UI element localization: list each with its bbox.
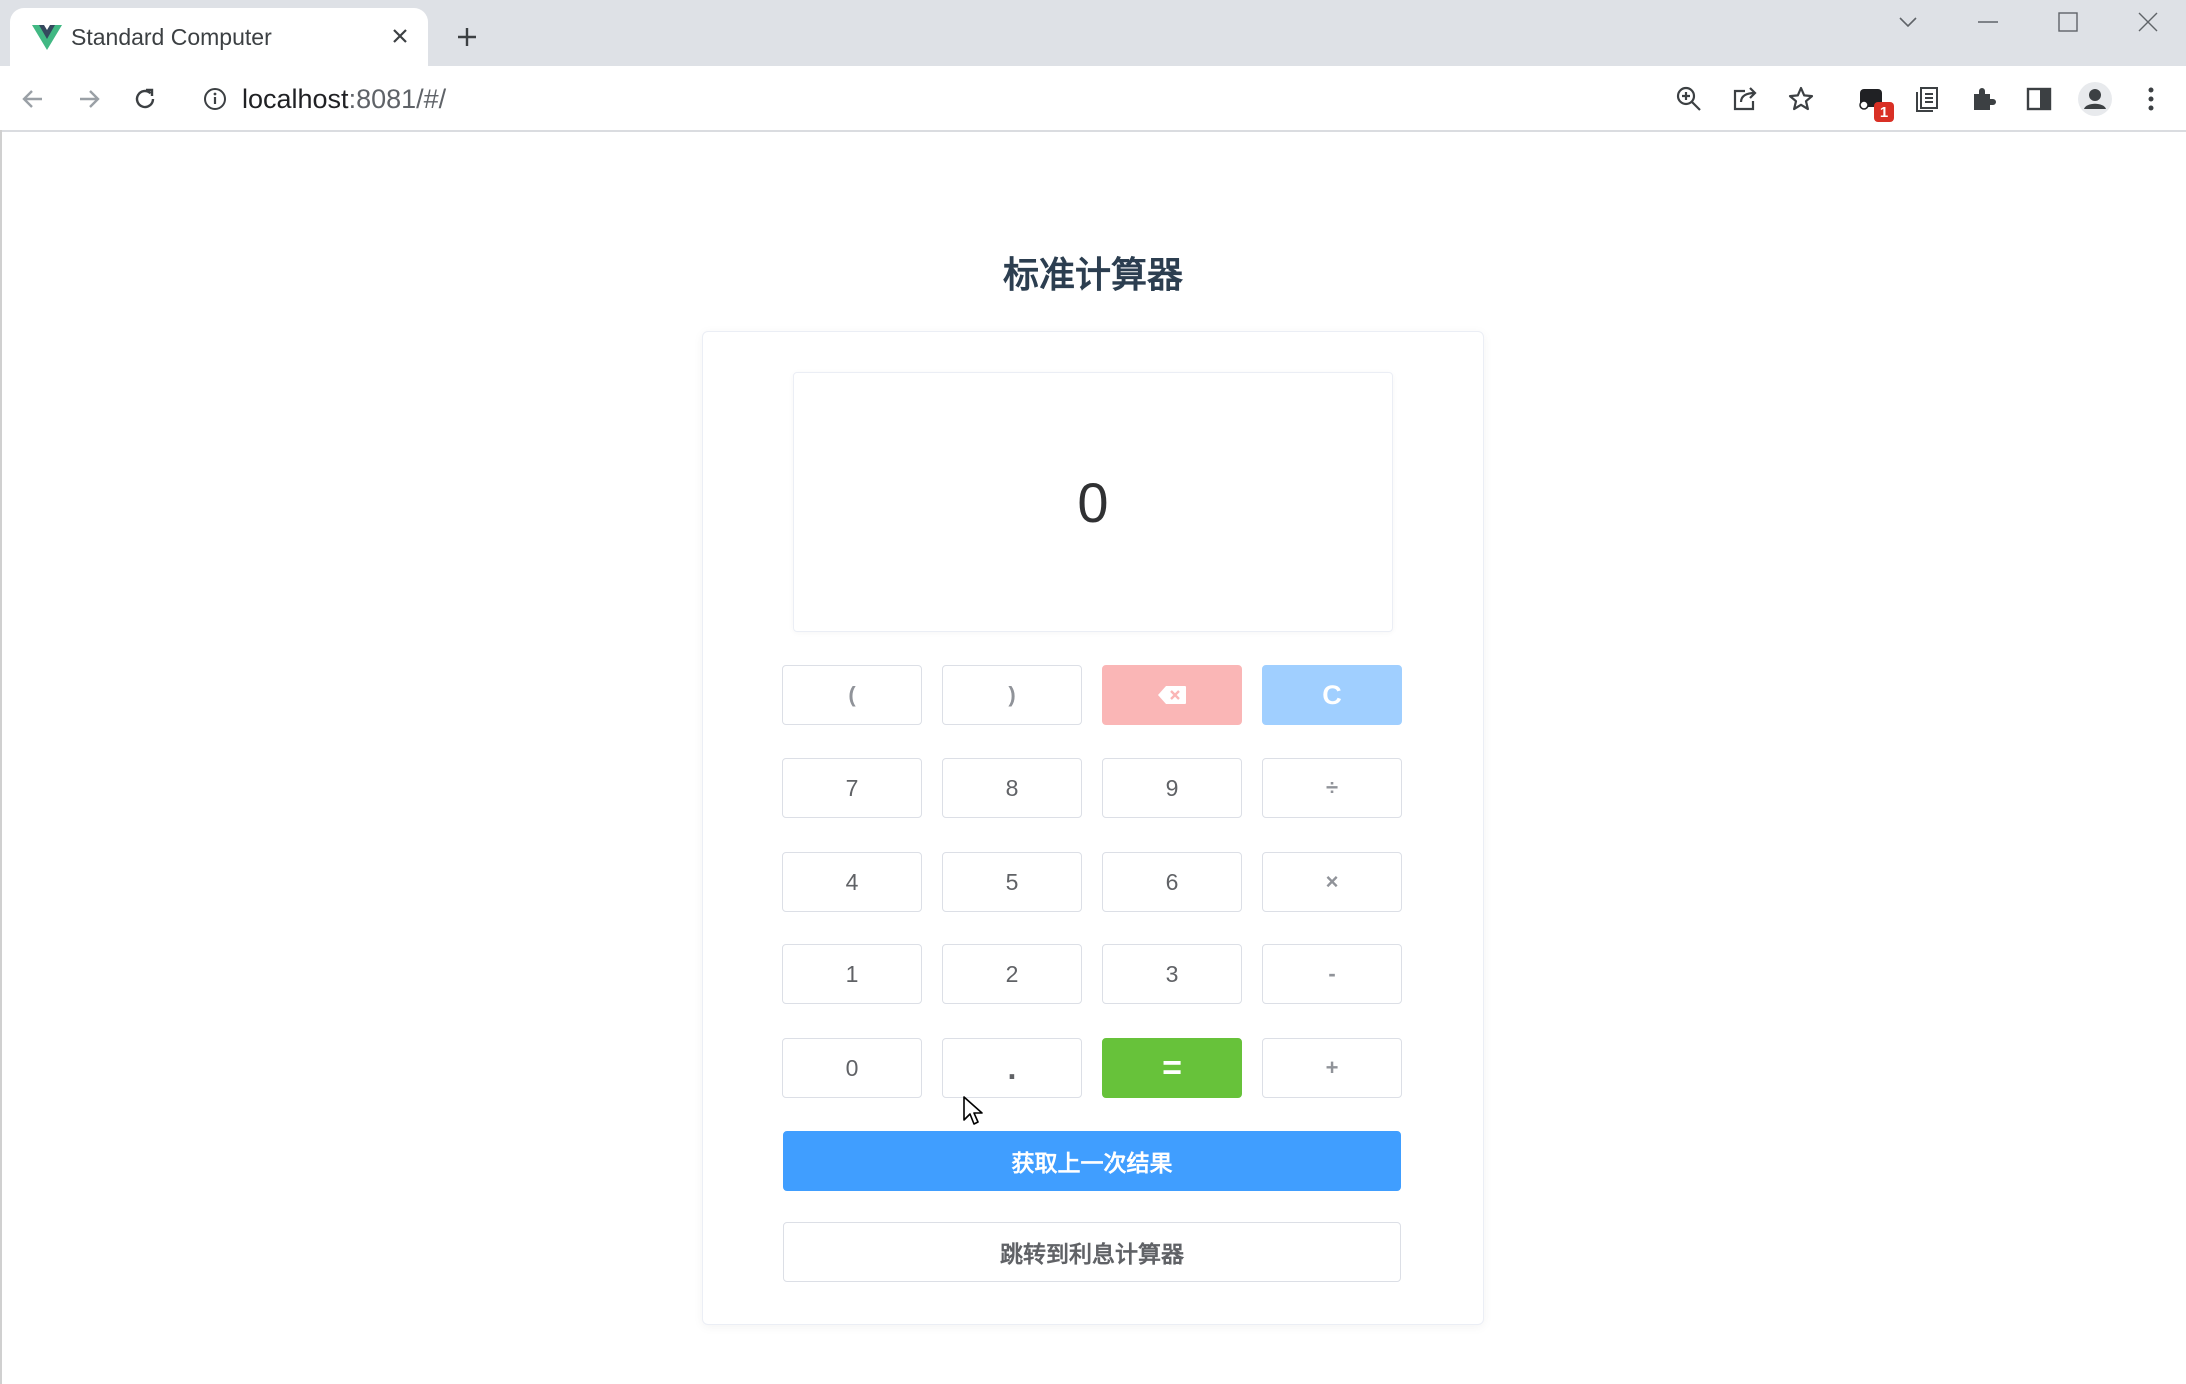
- side-panel-button[interactable]: [2020, 80, 2058, 118]
- browser-menu-button[interactable]: [2132, 80, 2170, 118]
- profile-icon: [2078, 82, 2112, 116]
- share-icon: [1733, 87, 1757, 111]
- star-icon: [1788, 86, 1814, 111]
- key-subtract[interactable]: -: [1262, 944, 1402, 1004]
- share-button[interactable]: [1726, 80, 1764, 118]
- key-close-paren[interactable]: ): [942, 665, 1082, 725]
- key-6[interactable]: 6: [1102, 852, 1242, 912]
- site-info-button[interactable]: [198, 82, 232, 116]
- maximize-icon: [2058, 12, 2078, 32]
- key-5[interactable]: 5: [942, 852, 1082, 912]
- plus-icon: [458, 28, 476, 46]
- info-icon: [204, 88, 226, 110]
- menu-icon: [2148, 87, 2154, 111]
- address-bar[interactable]: localhost:8081/#/: [242, 82, 446, 116]
- reading-list-icon: [1916, 87, 1938, 112]
- url-path: :8081/#/: [348, 84, 447, 114]
- key-open-paren[interactable]: (: [782, 665, 922, 725]
- key-1[interactable]: 1: [782, 944, 922, 1004]
- browser-tab-strip: Standard Computer: [0, 0, 2186, 66]
- window-border: [0, 130, 2, 1384]
- calculator-display: 0: [793, 372, 1393, 632]
- browser-toolbar: localhost:8081/#/ 1: [0, 66, 2186, 132]
- extension-badge: 1: [1874, 102, 1894, 122]
- chevron-down-icon: [1899, 17, 1917, 28]
- side-panel-icon: [2026, 87, 2052, 111]
- key-divide[interactable]: ÷: [1262, 758, 1402, 818]
- key-multiply[interactable]: ×: [1262, 852, 1402, 912]
- new-tab-button[interactable]: [450, 20, 484, 54]
- reading-list-button[interactable]: [1908, 80, 1946, 118]
- key-7[interactable]: 7: [782, 758, 922, 818]
- equals-button[interactable]: =: [1102, 1038, 1242, 1098]
- zoom-icon: [1676, 86, 1701, 111]
- key-9[interactable]: 9: [1102, 758, 1242, 818]
- forward-icon: [80, 90, 100, 108]
- close-icon: [2138, 12, 2158, 32]
- tab-title: Standard Computer: [71, 24, 272, 50]
- key-4[interactable]: 4: [782, 852, 922, 912]
- profile-button[interactable]: [2076, 80, 2114, 118]
- key-2[interactable]: 2: [942, 944, 1082, 1004]
- extension-button[interactable]: 1: [1852, 80, 1894, 122]
- clear-button[interactable]: C: [1262, 665, 1402, 725]
- close-window-button[interactable]: [2118, 4, 2178, 40]
- reload-icon: [135, 88, 155, 109]
- vue-logo-icon: [32, 25, 62, 50]
- minimize-button[interactable]: [1958, 4, 2018, 40]
- key-8[interactable]: 8: [942, 758, 1082, 818]
- backspace-icon: [1158, 686, 1186, 704]
- key-add[interactable]: +: [1262, 1038, 1402, 1098]
- key-3[interactable]: 3: [1102, 944, 1242, 1004]
- back-icon: [22, 90, 42, 108]
- reload-button[interactable]: [126, 80, 164, 118]
- zoom-button[interactable]: [1670, 80, 1708, 118]
- forward-button[interactable]: [70, 80, 108, 118]
- last-result-button[interactable]: 获取上一次结果: [783, 1131, 1401, 1191]
- back-button[interactable]: [14, 80, 52, 118]
- puzzle-icon: [1974, 88, 1996, 110]
- backspace-button[interactable]: [1102, 665, 1242, 725]
- close-tab-button[interactable]: [384, 20, 416, 52]
- key-decimal[interactable]: .: [942, 1038, 1082, 1098]
- tab-search-button[interactable]: [1878, 4, 1938, 40]
- extensions-menu-button[interactable]: [1964, 80, 2002, 118]
- url-host: localhost: [242, 84, 349, 114]
- interest-calculator-link-button[interactable]: 跳转到利息计算器: [783, 1222, 1401, 1282]
- page-title: 标准计算器: [1002, 254, 1183, 295]
- key-0[interactable]: 0: [782, 1038, 922, 1098]
- minimize-icon: [1978, 21, 1998, 23]
- maximize-button[interactable]: [2038, 4, 2098, 40]
- close-icon: [393, 29, 407, 43]
- mouse-cursor-icon: [963, 1096, 983, 1125]
- bookmark-button[interactable]: [1782, 80, 1820, 118]
- browser-tab[interactable]: Standard Computer: [10, 8, 428, 66]
